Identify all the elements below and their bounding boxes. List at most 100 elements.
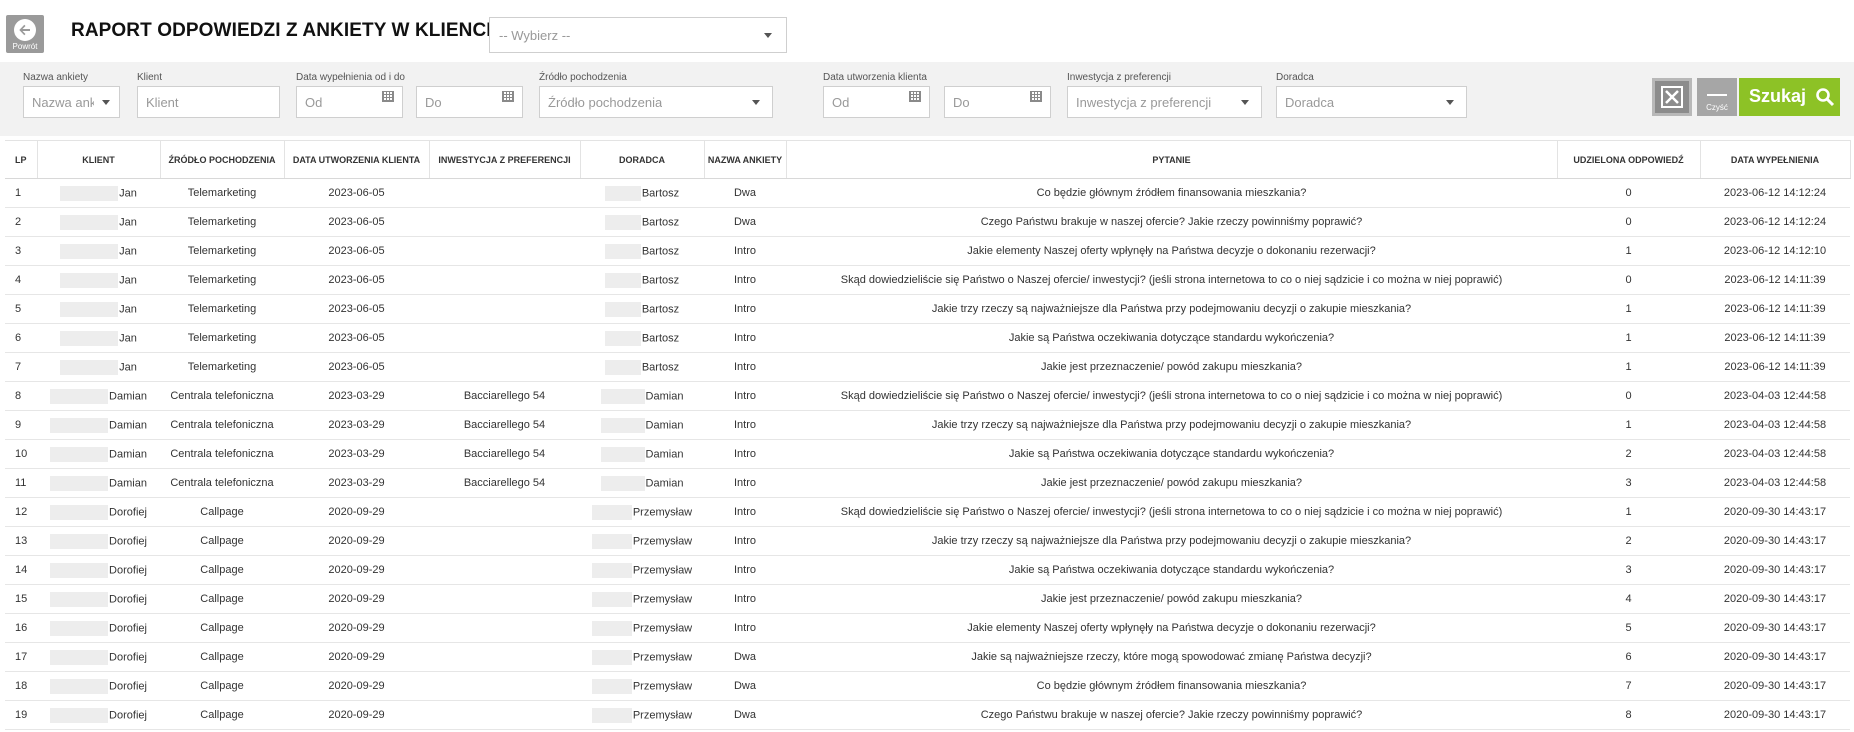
cell-survey-name: Intro	[704, 381, 786, 411]
cell-fill-date: 2020-09-30 14:43:17	[1700, 700, 1850, 730]
cell-question: Jakie są Państwa oczekiwania dotyczące s…	[786, 555, 1557, 585]
calendar-icon[interactable]	[1030, 91, 1042, 102]
cell-answer-text: 2	[1625, 535, 1632, 547]
calendar-icon[interactable]	[382, 91, 394, 102]
redacted-name-block	[600, 446, 645, 462]
survey-name-select[interactable]: Nazwa ankiety	[23, 86, 120, 118]
cell-answer: 0	[1557, 381, 1700, 411]
client-input[interactable]: Klient	[137, 86, 280, 118]
table-row[interactable]: 13 Dorofiej Callpage 2020-09-29 Przemysław In…	[5, 526, 1850, 556]
column-header-fill-date[interactable]: DATA WYPEŁNIENIA	[1700, 140, 1851, 179]
column-header-answer[interactable]: UDZIELONA ODPOWIEDŹ	[1557, 140, 1701, 179]
cell-question-text: Jakie trzy rzeczy są najważniejsze dla P…	[931, 303, 1412, 315]
cell-lp: 1	[5, 178, 37, 208]
table-row[interactable]: 7 Jan Telemarketing 2023-06-05 Bartosz Intro J…	[5, 352, 1850, 382]
table-row[interactable]: 10 Damian Centrala telefoniczna 2023-03-29 B…	[5, 439, 1850, 469]
redacted-name-block	[600, 475, 645, 491]
export-excel-button[interactable]	[1652, 78, 1692, 116]
cell-client-created: 2023-03-29	[284, 410, 429, 440]
fill-date-from-placeholder: Od	[305, 95, 323, 110]
cell-client-created: 2023-06-05	[284, 236, 429, 266]
redacted-name-block	[60, 359, 119, 375]
cell-client: Damian	[37, 439, 160, 469]
cell-investment	[429, 236, 580, 266]
back-button[interactable]: Powrót	[6, 15, 44, 53]
calendar-icon[interactable]	[502, 91, 514, 102]
cell-client-created-text: 2023-06-05	[328, 332, 385, 344]
table-row[interactable]: 18 Dorofiej Callpage 2020-09-29 Przemysław Dw…	[5, 671, 1850, 701]
column-header-client[interactable]: KLIENT	[37, 140, 161, 179]
table-row[interactable]: 14 Dorofiej Callpage 2020-09-29 Przemysław In…	[5, 555, 1850, 585]
table-row[interactable]: 16 Dorofiej Callpage 2020-09-29 Przemysław In…	[5, 613, 1850, 643]
table-row[interactable]: 6 Jan Telemarketing 2023-06-05 Bartosz Intro J…	[5, 323, 1850, 353]
table-row[interactable]: 15 Dorofiej Callpage 2020-09-29 Przemysław In…	[5, 584, 1850, 614]
cell-source: Telemarketing	[160, 207, 284, 237]
column-header-client-created[interactable]: DATA UTWORZENIA KLIENTA	[284, 140, 430, 179]
cell-question: Jakie są najważniejsze rzeczy, które mog…	[786, 642, 1557, 672]
cell-client-text: Jan	[119, 331, 137, 344]
cell-investment: Bacciarellego 54	[429, 410, 580, 440]
cell-fill-date-text: 2020-09-30 14:43:17	[1723, 564, 1827, 576]
column-header-survey-name[interactable]: NAZWA ANKIETY	[704, 140, 787, 179]
column-header-lp[interactable]: LP	[5, 140, 38, 179]
cell-client-text: Jan	[119, 360, 137, 373]
cell-source: Callpage	[160, 700, 284, 730]
cell-question-text: Jakie trzy rzeczy są najważniejsze dla P…	[931, 535, 1412, 547]
table-row[interactable]: 12 Dorofiej Callpage 2020-09-29 Przemysław In…	[5, 497, 1850, 527]
cell-client: Dorofiej	[37, 497, 160, 527]
table-row[interactable]: 11 Damian Centrala telefoniczna 2023-03-29 B…	[5, 468, 1850, 498]
cell-investment	[429, 294, 580, 324]
table-row[interactable]: 9 Damian Centrala telefoniczna 2023-03-29 Ba…	[5, 410, 1850, 440]
column-header-question[interactable]: PYTANIE	[786, 140, 1558, 179]
cell-fill-date-text: 2023-06-12 14:12:24	[1723, 187, 1827, 199]
cell-survey-name-text: Intro	[733, 361, 756, 373]
table-row[interactable]: 8 Damian Centrala telefoniczna 2023-03-29 Ba…	[5, 381, 1850, 411]
cell-answer: 1	[1557, 294, 1700, 324]
back-label: Powrót	[12, 42, 38, 51]
investment-select[interactable]: Inwestycja z preferencji	[1067, 86, 1262, 118]
table-row[interactable]: 19 Dorofiej Callpage 2020-09-29 Przemysław Dw…	[5, 700, 1850, 730]
column-header-advisor[interactable]: DORADCA	[580, 140, 705, 179]
advisor-select[interactable]: Doradca	[1276, 86, 1467, 118]
cell-lp-text: 5	[15, 303, 22, 315]
table-row[interactable]: 17 Dorofiej Callpage 2020-09-29 Przemysław Dw…	[5, 642, 1850, 672]
table-row[interactable]: 1 Jan Telemarketing 2023-06-05 Bartosz Dwa Co …	[5, 178, 1850, 208]
client-created-to-placeholder: Do	[953, 95, 970, 110]
cell-lp: 19	[5, 700, 37, 730]
clear-button[interactable]: Czyść	[1697, 78, 1737, 116]
cell-question-text: Jakie są Państwa oczekiwania dotyczące s…	[1008, 332, 1335, 344]
cell-question-text: Jakie są Państwa oczekiwania dotyczące s…	[1008, 564, 1335, 576]
cell-question-text: Skąd dowiedzieliście się Państwo o Nasze…	[840, 390, 1503, 402]
chevron-down-icon	[102, 100, 110, 105]
redacted-name-block	[591, 678, 632, 694]
cell-lp-text: 18	[15, 680, 28, 692]
search-button[interactable]: Szukaj	[1739, 78, 1840, 116]
table-row[interactable]: 5 Jan Telemarketing 2023-06-05 Bartosz Intro J…	[5, 294, 1850, 324]
cell-answer: 1	[1557, 323, 1700, 353]
cell-advisor: Bartosz	[580, 236, 704, 266]
source-select[interactable]: Źródło pochodzenia	[539, 86, 773, 118]
table-row[interactable]: 2 Jan Telemarketing 2023-06-05 Bartosz Dwa Cze…	[5, 207, 1850, 237]
cell-client-created-text: 2020-09-29	[328, 651, 385, 663]
cell-advisor: Damian	[580, 410, 704, 440]
cell-client-created-text: 2020-09-29	[328, 622, 385, 634]
cell-fill-date-text: 2023-04-03 12:44:58	[1723, 419, 1827, 431]
fill-date-from-input[interactable]: Od	[296, 86, 403, 118]
column-header-investment[interactable]: INWESTYCJA Z PREFERENCJI	[429, 140, 581, 179]
cell-survey-name-text: Intro	[733, 419, 756, 431]
survey-select[interactable]: -- Wybierz --	[489, 17, 787, 53]
client-created-from-input[interactable]: Od	[823, 86, 930, 118]
fill-date-to-input[interactable]: Do	[416, 86, 523, 118]
table-row[interactable]: 4 Jan Telemarketing 2023-06-05 Bartosz Intro S…	[5, 265, 1850, 295]
cell-fill-date: 2020-09-30 14:43:17	[1700, 613, 1850, 643]
cell-source: Centrala telefoniczna	[160, 410, 284, 440]
calendar-icon[interactable]	[909, 91, 921, 102]
cell-lp: 7	[5, 352, 37, 382]
client-created-to-input[interactable]: Do	[944, 86, 1051, 118]
redacted-name-block	[50, 649, 109, 665]
redacted-name-block	[50, 591, 109, 607]
table-row[interactable]: 3 Jan Telemarketing 2023-06-05 Bartosz Intro J…	[5, 236, 1850, 266]
arrow-left-icon	[14, 19, 36, 41]
column-header-source[interactable]: ŹRÓDŁO POCHODZENIA	[160, 140, 285, 179]
cell-client-created: 2020-09-29	[284, 671, 429, 701]
